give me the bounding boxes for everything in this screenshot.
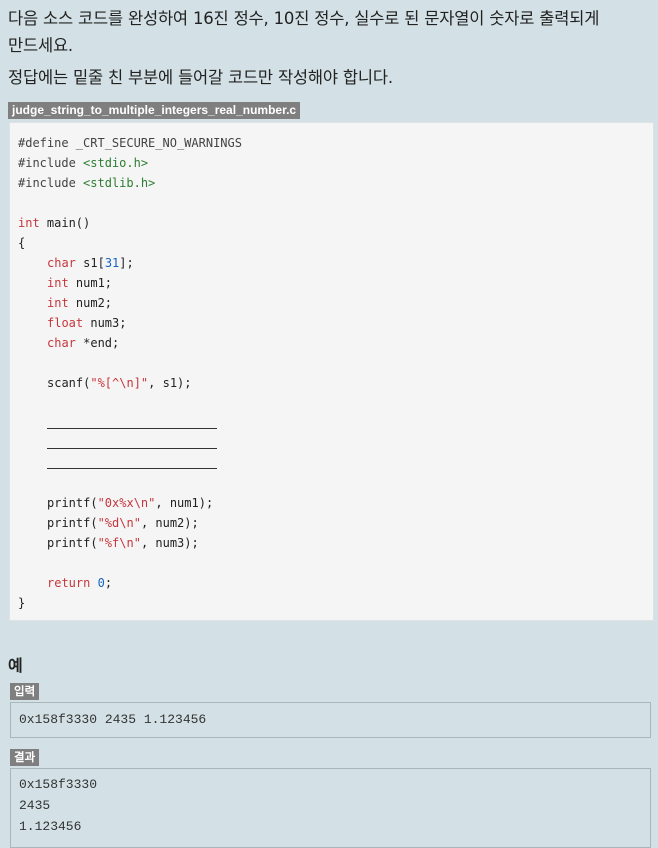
code-block: #define _CRT_SECURE_NO_WARNINGS #include… <box>9 122 654 621</box>
code-line-decl-num1: int num1; <box>47 273 112 293</box>
decl-text: num1; <box>68 276 113 290</box>
code-line-define: #define _CRT_SECURE_NO_WARNINGS <box>18 136 242 150</box>
function-call: printf( <box>47 516 98 530</box>
keyword-int: int <box>47 276 69 290</box>
code-line-scanf: scanf("%[^\n]", s1); <box>47 373 192 393</box>
call-args: , num2); <box>140 516 199 530</box>
call-args: , s1); <box>148 376 192 390</box>
code-line-decl-s1: char s1[31]; <box>47 253 134 273</box>
array-size: 31 <box>104 256 120 270</box>
function-call: printf( <box>47 536 98 550</box>
semicolon: ; <box>104 576 113 590</box>
code-line-printf-float: printf("%f\n", num3); <box>47 533 199 553</box>
keyword-return: return <box>47 576 91 590</box>
header-name: <stdio.h> <box>83 156 149 170</box>
function-call: printf( <box>47 496 98 510</box>
code-line-printf-dec: printf("%d\n", num2); <box>47 513 199 533</box>
format-string: "0x%x\n" <box>97 496 156 510</box>
filename-badge: judge_string_to_multiple_integers_real_n… <box>8 102 301 119</box>
include-directive: #include <box>18 176 84 190</box>
answer-note: 정답에는 밑줄 친 부분에 들어갈 코드만 작성해야 합니다. <box>8 68 393 87</box>
problem-description: 다음 소스 코드를 완성하여 16진 정수, 10진 정수, 실수로 된 문자열… <box>8 5 656 59</box>
return-value: 0 <box>97 576 105 590</box>
keyword-char: char <box>47 256 76 270</box>
answer-blank-2[interactable] <box>47 448 217 450</box>
include-directive: #include <box>18 156 84 170</box>
keyword-float: float <box>47 316 84 330</box>
decl-text: *end; <box>75 336 120 350</box>
decl-text: num3; <box>83 316 127 330</box>
call-args: , num1); <box>155 496 214 510</box>
format-string: "%d\n" <box>97 516 141 530</box>
result-tag: 결과 <box>10 749 40 766</box>
code-line-main: int main() <box>18 213 90 233</box>
code-line-include-stdlib: #include <stdlib.h> <box>18 173 155 193</box>
code-line-decl-end: char *end; <box>47 333 119 353</box>
answer-blank-3[interactable] <box>47 468 217 470</box>
code-line-open-brace: { <box>18 236 26 250</box>
intro-line-2: 만드세요. <box>8 36 73 55</box>
result-line: 1.123456 <box>19 819 82 834</box>
format-string: "%[^\n]" <box>90 376 149 390</box>
code-line-include-stdio: #include <stdio.h> <box>18 153 148 173</box>
decl-text: ]; <box>119 256 134 270</box>
input-box: 0x158f3330 2435 1.123456 <box>10 702 651 738</box>
code-line-printf-hex: printf("0x%x\n", num1); <box>47 493 213 513</box>
input-tag: 입력 <box>10 683 40 700</box>
decl-text: num2; <box>68 296 113 310</box>
code-line-close-brace: } <box>18 596 26 610</box>
code-line-decl-num2: int num2; <box>47 293 112 313</box>
code-line-return: return 0; <box>47 573 112 593</box>
intro-line-1: 다음 소스 코드를 완성하여 16진 정수, 10진 정수, 실수로 된 문자열… <box>8 9 600 28</box>
input-value: 0x158f3330 2435 1.123456 <box>19 712 207 727</box>
keyword-int: int <box>18 216 40 230</box>
header-name: <stdlib.h> <box>83 176 156 190</box>
result-line: 0x158f3330 <box>19 777 98 792</box>
function-call: scanf( <box>47 376 91 390</box>
call-args: , num3); <box>140 536 199 550</box>
keyword-char: char <box>47 336 76 350</box>
result-line: 2435 <box>19 798 51 813</box>
result-box: 0x158f3330 2435 1.123456 <box>10 768 651 848</box>
keyword-int: int <box>47 296 69 310</box>
main-signature: main() <box>39 216 91 230</box>
format-string: "%f\n" <box>97 536 141 550</box>
example-heading: 예 <box>8 656 23 675</box>
decl-text: s1[ <box>75 256 105 270</box>
code-line-decl-num3: float num3; <box>47 313 126 333</box>
answer-blank-1[interactable] <box>47 428 217 430</box>
